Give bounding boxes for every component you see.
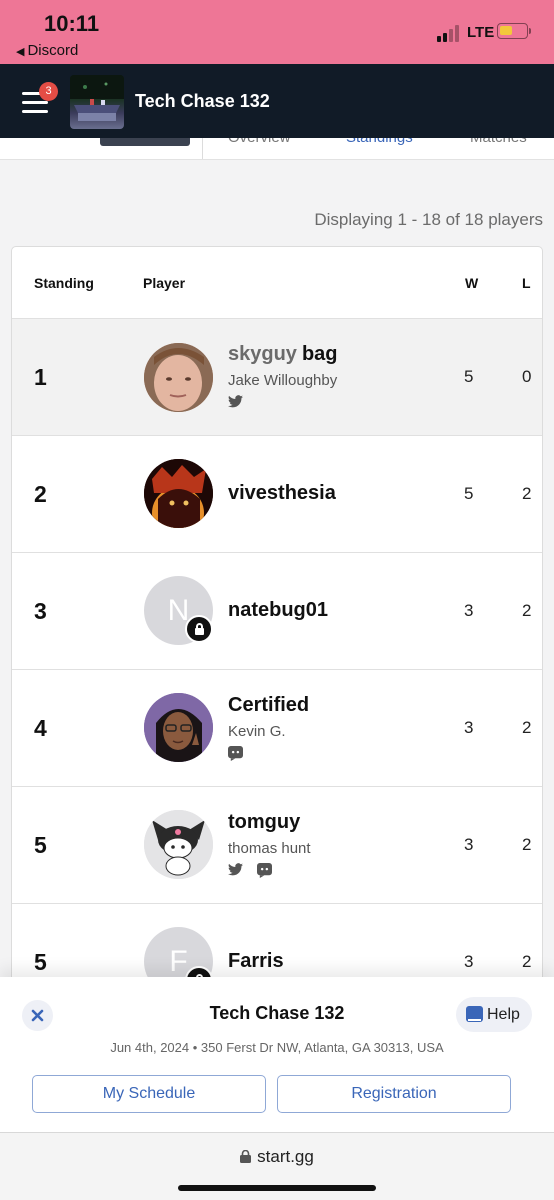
twitter-icon[interactable] (228, 863, 243, 881)
wins-value: 5 (464, 367, 474, 386)
player-socials (228, 863, 282, 879)
player-avatar[interactable] (144, 693, 213, 762)
url-display[interactable]: start.gg (0, 1147, 554, 1167)
status-bar: 10:11 ◀ Discord LTE (0, 0, 554, 64)
event-thumbnail[interactable] (70, 75, 124, 129)
standing-rank: 1 (34, 364, 47, 390)
discord-icon[interactable] (228, 746, 243, 766)
player-avatar[interactable] (144, 343, 213, 412)
losses-value: 2 (522, 601, 532, 620)
wins-value: 3 (464, 952, 474, 971)
back-app-label: Discord (27, 42, 79, 59)
tab-matches[interactable]: Matches (470, 138, 527, 146)
player-gamer-tag[interactable]: skyguy bag (228, 343, 338, 366)
app-header: 3 Tech Chase 132 (0, 64, 554, 138)
tab-divider (202, 138, 203, 159)
table-row[interactable]: 2 vivesthesia 5 2 (12, 435, 542, 552)
table-row[interactable]: 4 Certified Kevin G. 3 2 (12, 669, 542, 786)
notification-badge: 3 (39, 82, 58, 101)
standing-rank: 4 (34, 715, 47, 741)
player-real-name: Jake Willoughby (228, 372, 338, 389)
player-avatar[interactable] (144, 810, 213, 879)
url-text: start.gg (257, 1147, 314, 1166)
discord-icon[interactable] (257, 863, 273, 883)
avatar-photo-icon (144, 343, 213, 412)
help-button[interactable]: Help (456, 997, 532, 1032)
twitter-icon[interactable] (228, 395, 243, 413)
tab-standings[interactable]: Standings (346, 138, 413, 146)
lock-icon (240, 1149, 252, 1163)
column-header-l: L (522, 275, 531, 291)
tab-overview[interactable]: Overview (228, 138, 291, 146)
event-details: Jun 4th, 2024 • 350 Ferst Dr NW, Atlanta… (110, 1040, 444, 1055)
wins-value: 3 (464, 718, 474, 737)
losses-value: 2 (522, 952, 532, 971)
player-real-name: thomas hunt (228, 840, 311, 857)
browser-address-bar[interactable]: start.gg (0, 1132, 554, 1200)
home-indicator[interactable] (178, 1185, 376, 1191)
standing-rank: 2 (34, 481, 47, 507)
table-row[interactable]: 1 skyguy bag Jake Willoughby 5 0 (12, 318, 542, 435)
wins-value: 5 (464, 484, 474, 503)
table-row[interactable]: 5 tomguy thomas hunt 3 2 (12, 786, 542, 903)
avatar-kuromi-icon (144, 810, 213, 879)
column-header-w: W (465, 275, 479, 291)
wins-value: 3 (464, 835, 474, 854)
lock-icon (185, 615, 213, 643)
back-triangle-icon: ◀ (16, 46, 25, 58)
losses-value: 0 (522, 367, 532, 386)
registration-button[interactable]: Registration (277, 1075, 511, 1113)
avatar-art-icon (144, 459, 213, 528)
battery-tip (529, 28, 531, 34)
player-tag: bag (301, 343, 338, 365)
player-gamer-tag[interactable]: Farris (228, 950, 284, 973)
player-gamer-tag[interactable]: natebug01 (228, 599, 328, 622)
battery-icon (497, 23, 528, 39)
my-schedule-button[interactable]: My Schedule (32, 1075, 266, 1113)
table-row[interactable]: 3 N natebug01 3 2 (12, 552, 542, 669)
standing-rank: 3 (34, 598, 47, 624)
standing-rank: 5 (34, 832, 47, 858)
back-to-app-link[interactable]: ◀ Discord (16, 42, 78, 59)
losses-value: 2 (522, 718, 532, 737)
losses-value: 2 (522, 484, 532, 503)
stage-image-icon (70, 75, 124, 121)
signal-icon (437, 24, 463, 42)
help-label: Help (487, 1006, 520, 1023)
column-header-player: Player (143, 275, 186, 291)
player-gamer-tag[interactable]: tomguy (228, 811, 300, 834)
event-info-panel: Tech Chase 132 Help Jun 4th, 2024 • 350 … (0, 977, 554, 1132)
player-avatar[interactable] (144, 459, 213, 528)
help-chat-icon (466, 1006, 483, 1022)
avatar-cartoon-icon (144, 693, 213, 762)
tab-strip: Overview Standings Matches (0, 138, 554, 160)
header-title: Tech Chase 132 (135, 91, 270, 111)
tab-strip-button[interactable] (100, 138, 190, 146)
standing-rank: 5 (34, 949, 47, 975)
player-prefix: skyguy (228, 343, 297, 365)
network-label: LTE (467, 24, 495, 41)
standings-table: Standing Player W L 1 skyguy bag Jake Wil… (11, 246, 543, 1046)
wins-value: 3 (464, 601, 474, 620)
results-summary: Displaying 1 - 18 of 18 players (314, 210, 543, 229)
player-gamer-tag[interactable]: vivesthesia (228, 482, 336, 505)
player-socials (228, 395, 253, 411)
player-gamer-tag[interactable]: Certified (228, 694, 309, 717)
player-real-name: Kevin G. (228, 723, 286, 740)
losses-value: 2 (522, 835, 532, 854)
clock: 10:11 (44, 11, 100, 36)
player-socials (228, 746, 253, 762)
column-header-standing: Standing (34, 275, 94, 291)
